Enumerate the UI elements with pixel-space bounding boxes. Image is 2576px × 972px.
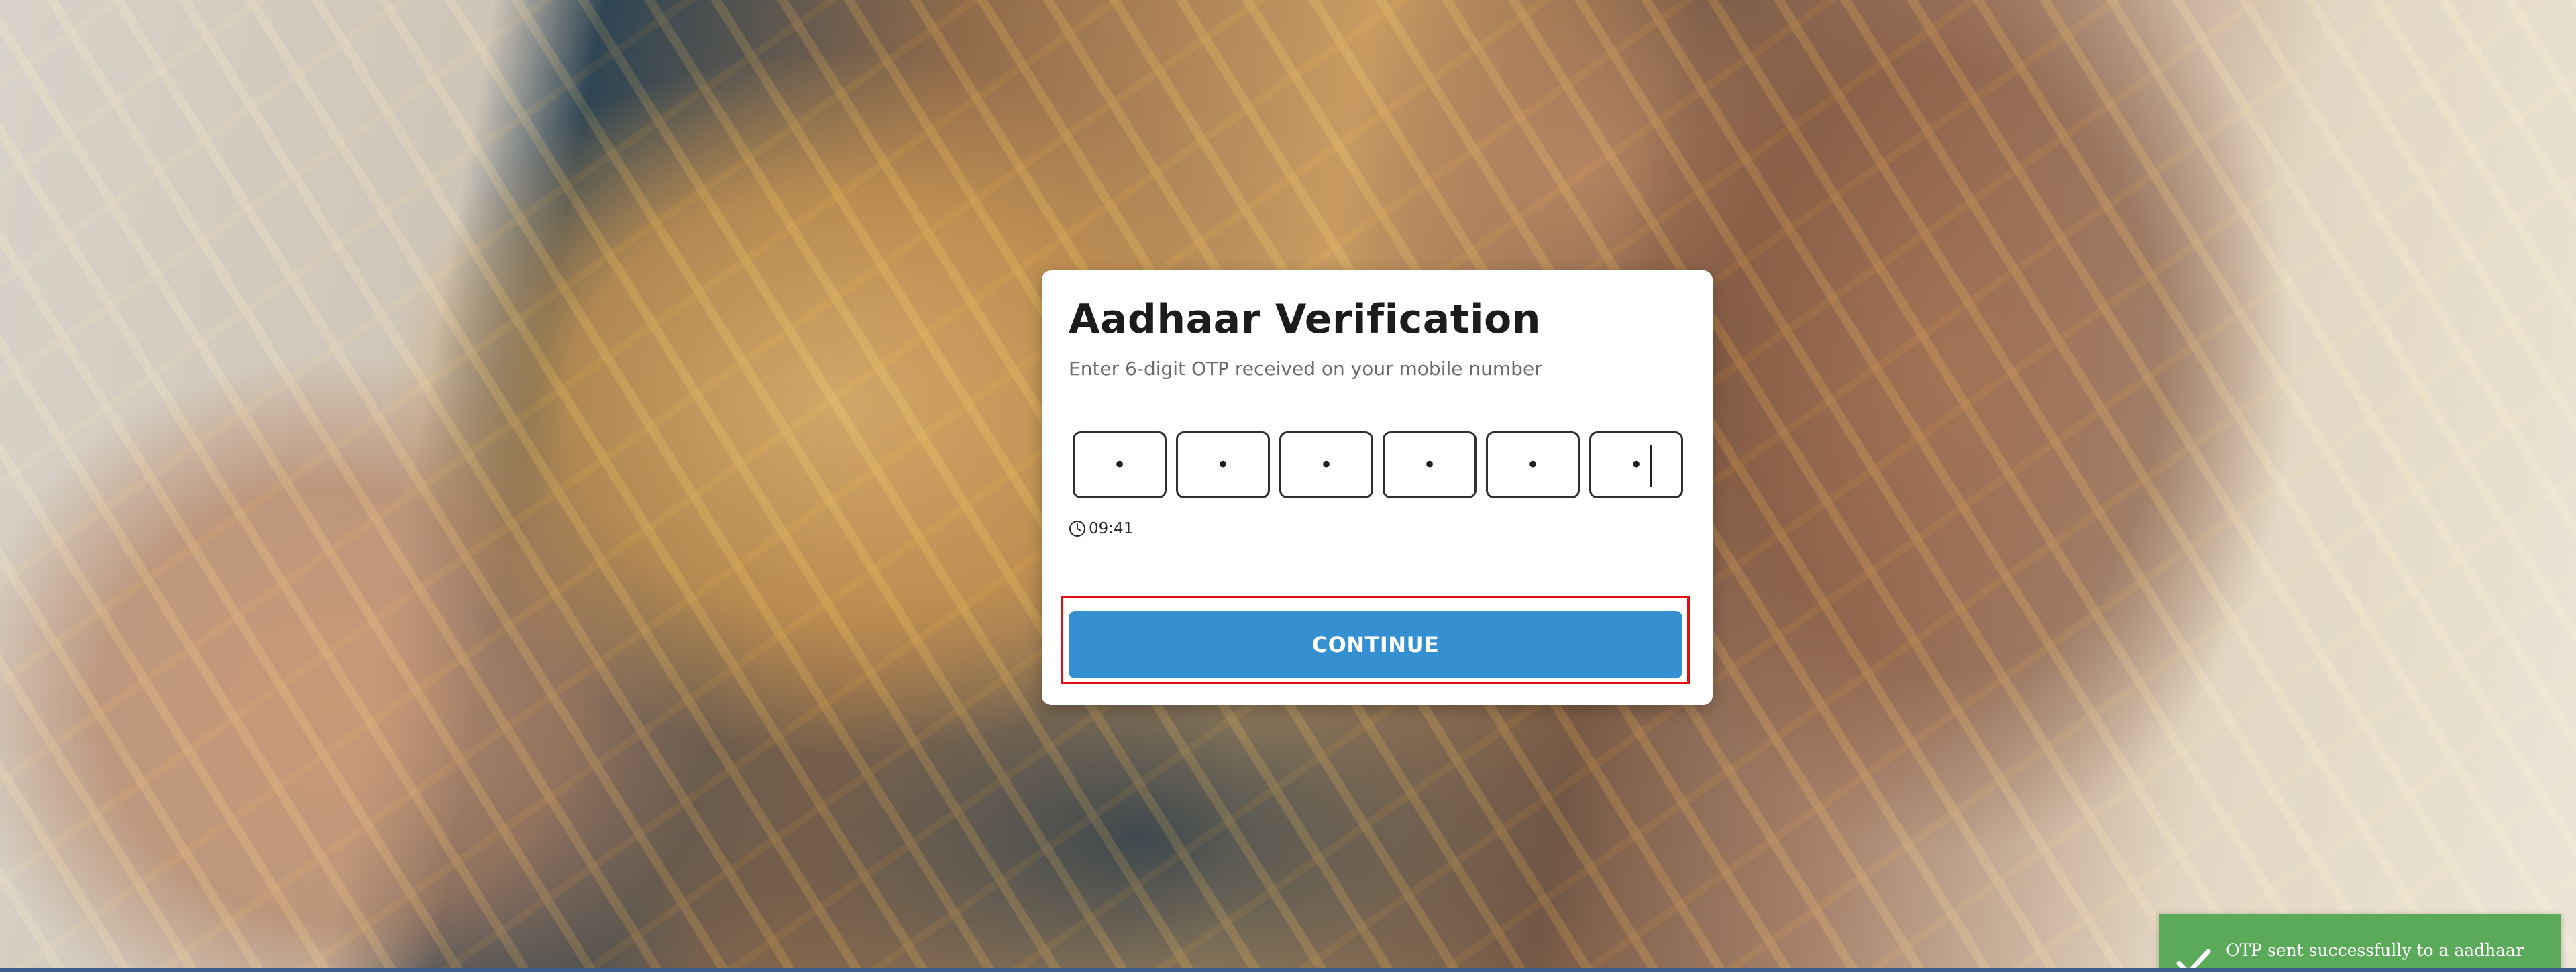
success-toast: OTP sent successfully to a aadhaar linke… (2159, 914, 2561, 972)
card-title: Aadhaar Verification (1069, 296, 1541, 343)
otp-mask-dot: • (1629, 451, 1644, 478)
otp-timer: 09:41 (1069, 520, 1133, 537)
toast-message: OTP sent successfully to a aadhaar linke… (2226, 940, 2524, 972)
clock-icon (1069, 521, 1085, 537)
otp-digit-4[interactable]: • (1383, 431, 1477, 498)
page: Aadhaar Verification Enter 6-digit OTP r… (0, 0, 2576, 972)
otp-digit-5[interactable]: • (1486, 431, 1580, 498)
aadhaar-verification-card: Aadhaar Verification Enter 6-digit OTP r… (1042, 270, 1713, 705)
window-bottom-edge (0, 968, 2576, 972)
continue-button[interactable]: CONTINUE (1069, 611, 1682, 678)
otp-input-row: • • • • • • (1073, 431, 1683, 498)
otp-digit-1[interactable]: • (1073, 431, 1167, 498)
otp-mask-dot: • (1216, 451, 1230, 478)
otp-mask-dot: • (1525, 451, 1540, 478)
otp-digit-2[interactable]: • (1176, 431, 1270, 498)
timer-text: 09:41 (1089, 520, 1134, 537)
text-caret (1650, 445, 1652, 487)
otp-mask-dot: • (1319, 451, 1334, 478)
otp-digit-6[interactable]: • (1589, 431, 1683, 498)
card-subtitle: Enter 6-digit OTP received on your mobil… (1069, 358, 1542, 380)
otp-digit-3[interactable]: • (1279, 431, 1373, 498)
otp-mask-dot: • (1422, 451, 1437, 478)
otp-mask-dot: • (1112, 451, 1127, 478)
